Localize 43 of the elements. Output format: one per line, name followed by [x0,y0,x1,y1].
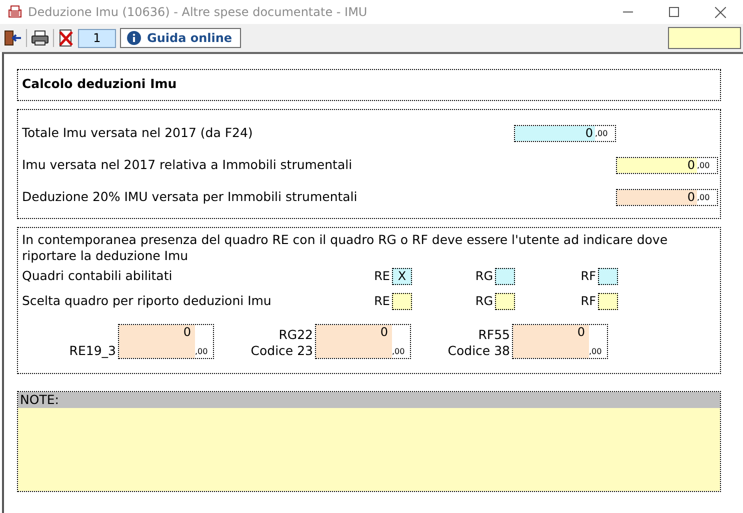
notes-field[interactable] [18,408,720,491]
checkbox-field[interactable] [392,292,412,310]
info-icon [127,31,141,45]
close-icon[interactable] [714,6,726,18]
field-label: Quadri contabili abilitati [22,266,174,285]
print-icon[interactable] [31,30,49,46]
field-label: RF [580,293,596,310]
amount-field[interactable]: 0 ,00 [514,125,616,142]
checkbox-field[interactable] [598,268,618,285]
amount-field[interactable]: 0 ,00 [315,324,411,359]
amount-field[interactable]: 0 ,00 [616,189,718,206]
checkbox-field[interactable] [598,292,618,310]
field-label: RE [374,268,390,286]
notes-header: NOTE: [18,392,720,408]
maximize-icon[interactable] [669,7,679,17]
app-icon [8,5,22,19]
field-label: RF55 [478,326,510,343]
checkbox-field[interactable]: X [392,268,412,285]
window-title: Deduzione Imu (10636) - Altre spese documentate - IMU [28,4,368,21]
field-label: Totale Imu versata nel 2017 (da F24) [22,124,253,142]
instruction-text: In contemporanea presenza del quadro RE con il quadro RG o RF deve essere l'utente ad indicare dove riportare la deduzione Imu [21,230,669,264]
exit-icon[interactable] [4,30,22,46]
delete-document-icon[interactable] [58,29,74,47]
field-label: RG [475,293,493,310]
field-label: RE19_3 [69,342,116,359]
field-label: Scelta quadro per riporto deduzioni Imu [22,292,272,310]
amount-field[interactable]: 0 ,00 [512,324,608,359]
field-label: RG [475,268,493,286]
field-label: RE [374,293,390,310]
checkbox-field[interactable] [495,292,515,310]
amount-field[interactable]: 0 ,00 [118,324,214,359]
online-help-button[interactable]: Guida online [120,28,242,48]
field-label: Imu versata nel 2017 relativa a Immobili strumentali [22,156,352,174]
field-label: Codice 38 [448,342,510,359]
field-label: Deduzione 20% IMU versata per Immobili strumentali [22,188,358,206]
field-label: Codice 23 [250,342,313,359]
checkbox-field[interactable] [495,268,515,285]
page-number[interactable]: 1 [78,28,116,48]
input-field[interactable] [668,27,741,49]
section-title: Calcolo deduzioni Imu [21,75,178,93]
field-label: RF [580,268,596,286]
field-label: RG22 [278,326,313,343]
amount-field[interactable]: 0 ,00 [616,157,718,174]
